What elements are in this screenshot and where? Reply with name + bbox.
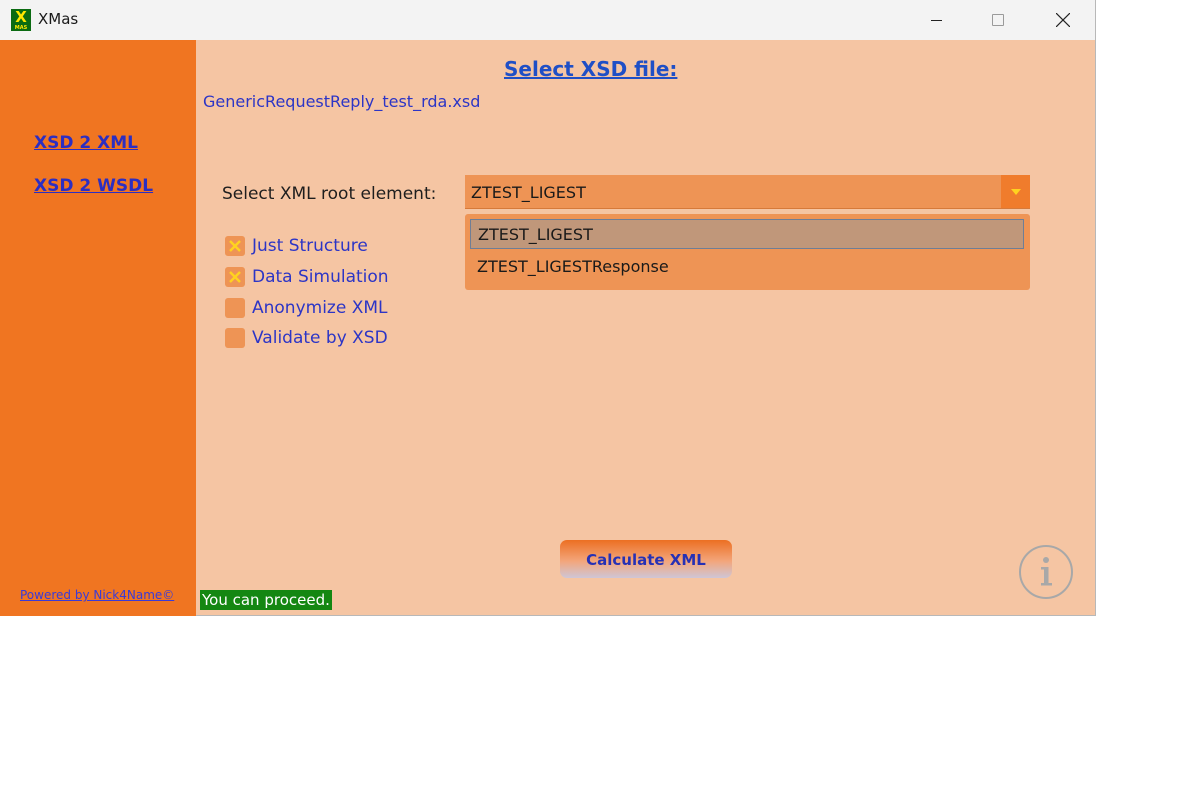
- chevron-down-icon: [1011, 189, 1021, 195]
- app-logo-caption: MAS: [14, 25, 28, 31]
- close-icon: [1056, 13, 1070, 27]
- option-label: Anonymize XML: [252, 298, 388, 318]
- minimize-button[interactable]: [914, 0, 960, 40]
- check-mark-icon: [229, 240, 241, 252]
- checkbox-validate-by-xsd[interactable]: [225, 328, 245, 348]
- dropdown-toggle-button[interactable]: [1001, 175, 1030, 208]
- title-bar[interactable]: X MAS XMas: [0, 0, 1095, 40]
- app-logo-icon: X MAS: [11, 9, 31, 31]
- option-label: Validate by XSD: [252, 328, 388, 348]
- checkbox-data-simulation[interactable]: [225, 267, 245, 287]
- option-label: Data Simulation: [252, 267, 389, 287]
- status-message: You can proceed.: [200, 590, 332, 610]
- dropdown-option-label: ZTEST_LIGESTResponse: [477, 257, 669, 276]
- sidebar: XSD 2 XML XSD 2 WSDL Powered by Nick4Nam…: [0, 40, 196, 616]
- dropdown-option-label: ZTEST_LIGEST: [478, 225, 593, 244]
- selected-file-name: GenericRequestReply_test_rda.xsd: [203, 92, 481, 111]
- info-icon: [1019, 545, 1073, 599]
- root-element-select[interactable]: ZTEST_LIGEST: [465, 175, 1030, 209]
- checkbox-anonymize-xml[interactable]: [225, 298, 245, 318]
- info-button[interactable]: [1019, 545, 1073, 599]
- app-window: X MAS XMas XSD 2 XML XSD 2 WSDL Powered …: [0, 0, 1096, 616]
- check-mark-icon: [229, 271, 241, 283]
- checkbox-just-structure[interactable]: [225, 236, 245, 256]
- dropdown-option-ztest-ligestresponse[interactable]: ZTEST_LIGESTResponse: [470, 252, 1024, 282]
- close-button[interactable]: [1040, 0, 1086, 40]
- select-xsd-file-link[interactable]: Select XSD file:: [504, 57, 677, 81]
- app-logo-letter: X: [15, 8, 27, 26]
- window-title: XMas: [38, 10, 79, 28]
- sidebar-link-xsd2wsdl[interactable]: XSD 2 WSDL: [34, 176, 153, 196]
- root-element-dropdown: ZTEST_LIGEST ZTEST_LIGESTResponse: [465, 214, 1030, 290]
- maximize-button[interactable]: [974, 0, 1020, 40]
- option-label: Just Structure: [252, 236, 368, 256]
- calculate-xml-button[interactable]: Calculate XML: [560, 540, 732, 578]
- dropdown-option-ztest-ligest[interactable]: ZTEST_LIGEST: [470, 219, 1024, 249]
- root-element-value: ZTEST_LIGEST: [471, 183, 586, 202]
- root-element-label: Select XML root element:: [222, 184, 437, 204]
- powered-by-link[interactable]: Powered by Nick4Name©: [20, 588, 174, 602]
- sidebar-link-xsd2xml[interactable]: XSD 2 XML: [34, 133, 138, 153]
